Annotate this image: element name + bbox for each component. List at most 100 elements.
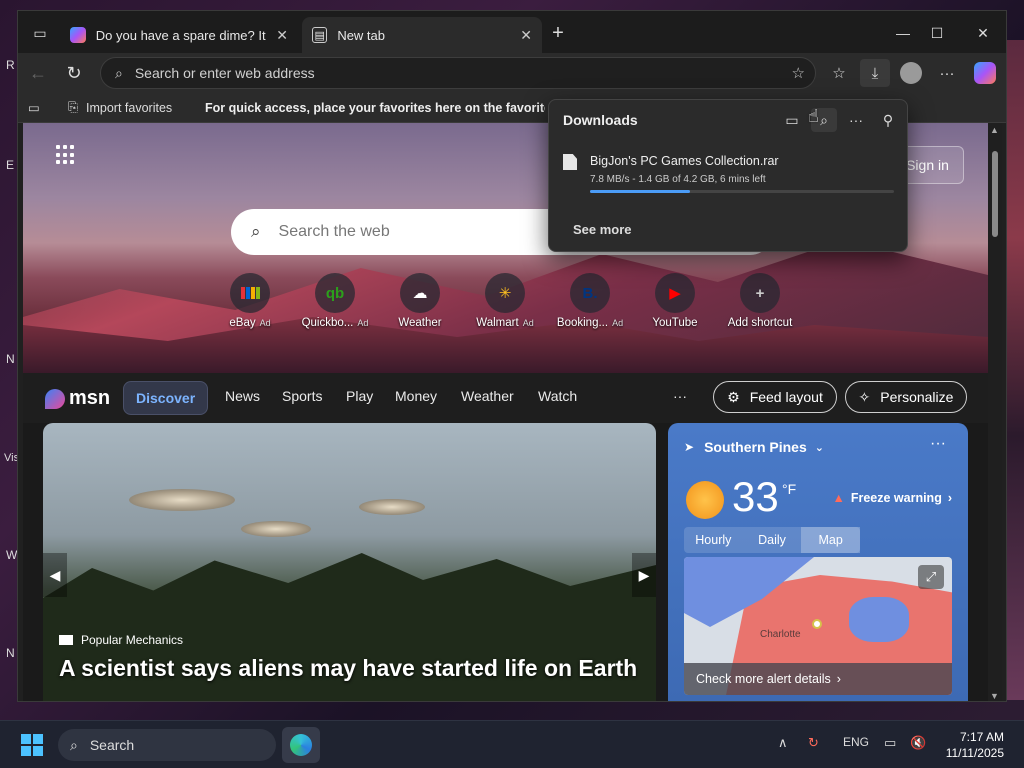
search-icon: ⌕ (70, 736, 78, 753)
nav-watch[interactable]: Watch (538, 388, 577, 404)
msn-logo-text: msn (69, 387, 111, 409)
nav-news[interactable]: News (225, 388, 260, 404)
location-arrow-icon: ➤ (684, 440, 695, 454)
weather-location[interactable]: ➤ Southern Pines ⌄ (684, 439, 824, 455)
alert-details-link[interactable]: Check more alert details › (684, 663, 952, 695)
web-search-placeholder: Search the web (278, 223, 390, 240)
shortcut-icon: B. (570, 273, 610, 313)
profile-avatar[interactable] (896, 59, 926, 87)
top-story-card[interactable]: ◀ ▶ Popular Mechanics A scientist says a… (43, 423, 656, 701)
source-logo-icon (59, 635, 73, 645)
close-tab-icon[interactable]: ✕ (276, 27, 288, 44)
shortcut-tile[interactable]: + Add shortcut (717, 273, 803, 329)
feed-layout-label: Feed layout (749, 389, 823, 405)
back-icon[interactable]: ← (24, 59, 52, 87)
carousel-next-icon[interactable]: ▶ (632, 553, 656, 597)
import-favorites-button[interactable]: ⎘ Import favorites (68, 100, 172, 115)
nav-weather[interactable]: Weather (461, 388, 514, 404)
weather-unit: °F (782, 481, 797, 497)
tab-strip: ▭ Do you have a spare dime? It cou ✕ ▤ N… (18, 11, 1006, 53)
story-headline[interactable]: A scientist says aliens may have started… (59, 655, 637, 682)
tab-map[interactable]: Map (801, 527, 861, 553)
nav-more-icon[interactable]: ··· (673, 388, 687, 404)
tab-hourly[interactable]: Hourly (684, 527, 743, 553)
minimize-icon[interactable]: — (888, 19, 918, 47)
carousel-prev-icon[interactable]: ◀ (43, 553, 67, 597)
pin-icon[interactable]: ⚲ (875, 108, 901, 132)
settings-more-icon[interactable]: ··· (932, 59, 962, 87)
start-button[interactable] (21, 734, 43, 756)
taskbar-search[interactable]: ⌕ Search (58, 729, 276, 761)
nav-play[interactable]: Play (346, 388, 373, 404)
edge-taskbar-button[interactable] (282, 727, 320, 763)
tab-daily[interactable]: Daily (743, 527, 802, 553)
msn-nav-bar: msn Discover News Sports Play Money Weat… (23, 373, 988, 423)
ad-badge: Ad (612, 318, 624, 328)
shortcut-tile[interactable]: ▶ YouTube (632, 273, 718, 329)
scroll-up-icon[interactable]: ▲ (990, 125, 999, 135)
scrollbar-thumb[interactable] (992, 151, 998, 237)
tab-article[interactable]: Do you have a spare dime? It cou ✕ (60, 17, 298, 53)
downloads-more-icon[interactable]: ··· (843, 108, 869, 132)
tab-title: Do you have a spare dime? It cou (95, 27, 269, 43)
msn-logo[interactable]: msn (45, 387, 110, 410)
map-city-label: Charlotte (760, 629, 801, 640)
ad-badge: Ad (259, 318, 271, 328)
weather-map[interactable]: Charlotte ⤢ Check more alert details › (684, 557, 952, 695)
warning-icon: ▲ (832, 491, 845, 505)
address-placeholder: Search or enter web address (134, 65, 315, 81)
close-window-icon[interactable]: ✕ (968, 19, 998, 47)
shortcut-label-text: Add shortcut (727, 317, 793, 329)
shortcut-label: YouTube (632, 317, 718, 329)
favorites-bar-icon[interactable]: ▭ (28, 100, 40, 115)
shortcut-tile[interactable]: eBay Ad (207, 273, 293, 329)
language-indicator[interactable]: ENG (843, 735, 869, 749)
page-scrollbar[interactable]: ▲ ▼ (988, 123, 1002, 701)
weather-more-icon[interactable]: ··· (930, 435, 946, 453)
see-more-link[interactable]: See more (573, 222, 632, 237)
shortcut-tile[interactable]: ☁ Weather (377, 273, 463, 329)
close-tab-icon[interactable]: ✕ (520, 27, 532, 44)
nav-sports[interactable]: Sports (282, 388, 322, 404)
shortcut-label: Add shortcut (717, 317, 803, 329)
expand-map-icon[interactable]: ⤢ (918, 565, 944, 589)
tab-new-tab[interactable]: ▤ New tab ✕ (302, 17, 542, 53)
personalize-button[interactable]: ✧ Personalize (845, 381, 967, 413)
shortcut-tile[interactable]: ✳ Walmart Ad (462, 273, 548, 329)
app-launcher-icon[interactable] (56, 145, 76, 165)
favorites-icon[interactable]: ☆ (824, 59, 854, 87)
maximize-icon[interactable]: ☐ (922, 19, 952, 47)
update-icon[interactable]: ↻ (808, 735, 819, 751)
new-tab-plus-icon[interactable]: + (544, 19, 572, 47)
weather-location-name: Southern Pines (704, 439, 807, 455)
download-file-name[interactable]: BigJon's PC Games Collection.rar (590, 154, 779, 168)
shortcut-tile[interactable]: qb Quickbo... Ad (292, 273, 378, 329)
show-hidden-icons-icon[interactable]: ∧ (778, 735, 788, 751)
desktop-icon-label: E (6, 158, 15, 172)
story-source-name: Popular Mechanics (81, 633, 184, 647)
story-image (129, 489, 235, 511)
clock[interactable]: 7:17 AM 11/11/2025 (932, 729, 1004, 761)
open-folder-icon[interactable]: ▭ (779, 108, 805, 132)
downloads-title: Downloads (563, 112, 638, 128)
feed-layout-button[interactable]: ⚙ Feed layout (713, 381, 837, 413)
refresh-icon[interactable]: ↻ (60, 59, 88, 87)
scroll-down-icon[interactable]: ▼ (990, 691, 999, 701)
add-favorite-star-icon[interactable]: ☆ (792, 64, 805, 82)
notification-icon[interactable]: ▭ (884, 735, 896, 751)
file-icon (563, 154, 577, 170)
address-bar[interactable]: ⌕ Search or enter web address ☆ (100, 57, 816, 89)
msn-butterfly-icon (45, 388, 65, 409)
chevron-down-icon: ⌄ (814, 441, 824, 454)
network-volume-icon[interactable]: 🔇 (910, 735, 926, 751)
nav-money[interactable]: Money (395, 388, 437, 404)
shortcut-tile[interactable]: B. Booking... Ad (547, 273, 633, 329)
freeze-warning-link[interactable]: ▲ Freeze warning › (832, 491, 952, 505)
desktop-icon-label: R (6, 58, 15, 72)
weather-temperature: 33 (732, 473, 779, 520)
nav-discover[interactable]: Discover (123, 381, 209, 415)
copilot-icon[interactable] (970, 59, 1000, 87)
tab-actions-icon[interactable]: ▭ (26, 19, 54, 47)
browser-window: ▭ Do you have a spare dime? It cou ✕ ▤ N… (17, 10, 1007, 702)
downloads-icon[interactable]: ⤓ (860, 59, 890, 87)
